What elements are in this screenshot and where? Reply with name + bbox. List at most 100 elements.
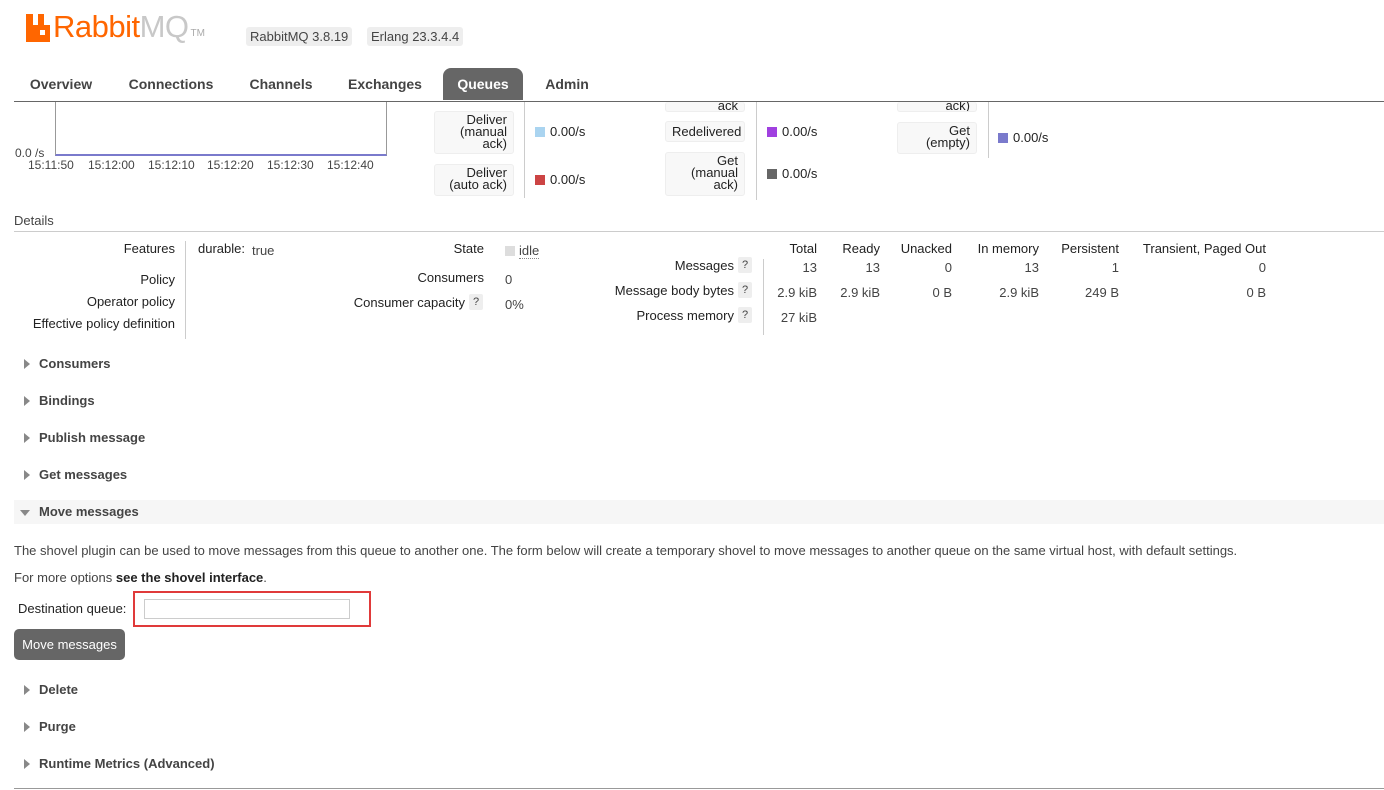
move-more-options: For more options see the shovel interfac…: [14, 570, 267, 585]
logo-text-rabbit: Rabbit: [53, 9, 140, 44]
section-publish-message[interactable]: Publish message: [14, 426, 1384, 450]
stats-header-transient: Transient, Paged Out: [1142, 241, 1266, 256]
section-consumers[interactable]: Consumers: [14, 352, 1384, 376]
legend-swatch: [767, 168, 777, 179]
rabbitmq-logo: Rabbit MQ TM: [26, 9, 205, 44]
rates-separator: [756, 102, 757, 200]
logo-text-mq: MQ: [139, 9, 189, 44]
chart-x-tick: 15:12:40: [327, 158, 374, 172]
move-messages-button[interactable]: Move messages: [14, 629, 125, 660]
tab-exchanges[interactable]: Exchanges: [336, 68, 434, 100]
features-key: durable:: [198, 241, 245, 256]
message-rates-chart: [55, 102, 387, 156]
rate-label-deliver-auto-ack: Deliver (auto ack): [434, 164, 514, 196]
rate-label-deliver-manual-ack: Deliver (manual ack): [434, 111, 514, 154]
details-title: Details: [14, 213, 54, 228]
section-delete[interactable]: Delete: [14, 678, 1384, 702]
features-label: Features: [123, 241, 175, 256]
expand-arrow-icon: [24, 433, 30, 443]
stats-row-label: Messages: [674, 258, 734, 273]
rates-separator: [988, 102, 989, 158]
stats-header-in-memory: In memory: [977, 241, 1039, 256]
consumers-value: 0: [505, 272, 513, 287]
chart-x-tick: 15:12:10: [148, 158, 195, 172]
chart-x-tick: 15:12:20: [207, 158, 254, 172]
stats-cell: 0 B: [1246, 285, 1266, 300]
consumer-capacity-label: Consumer capacity: [353, 295, 465, 310]
expand-arrow-icon: [24, 359, 30, 369]
tab-admin[interactable]: Admin: [534, 68, 600, 100]
stats-cell: 249 B: [1085, 285, 1119, 300]
features-value: true: [252, 243, 275, 258]
rate-value-get-manual-ack: 0.00/s: [767, 166, 817, 181]
legend-swatch: [535, 174, 545, 185]
stats-cell: 2.9 kiB: [777, 285, 817, 300]
section-runtime-metrics[interactable]: Runtime Metrics (Advanced): [14, 752, 1384, 776]
tab-queues[interactable]: Queues: [443, 68, 523, 100]
details-separator: [185, 241, 186, 339]
tab-connections[interactable]: Connections: [118, 68, 224, 100]
stats-cell: 0: [944, 260, 952, 275]
stats-cell: 27 kiB: [780, 310, 817, 325]
rabbitmq-logo-icon: [26, 14, 50, 42]
section-bindings[interactable]: Bindings: [14, 389, 1384, 413]
logo-trademark: TM: [190, 28, 205, 39]
move-description: The shovel plugin can be used to move me…: [14, 543, 1238, 558]
rate-value-redelivered: 0.00/s: [767, 124, 817, 139]
stats-cell: 2.9 kiB: [840, 285, 880, 300]
expand-arrow-icon: [24, 470, 30, 480]
process-memory-help-icon[interactable]: ?: [738, 307, 752, 323]
tab-overview[interactable]: Overview: [14, 68, 108, 100]
stats-cell: 1: [1111, 260, 1119, 275]
stats-header-total: Total: [789, 241, 817, 256]
rate-label-cut: ack: [665, 102, 745, 112]
message-body-bytes-help-icon[interactable]: ?: [738, 282, 752, 298]
rate-label-redelivered: Redelivered: [665, 121, 745, 142]
stats-cell: 13: [802, 260, 817, 275]
policy-label: Policy: [140, 272, 175, 287]
erlang-version-badge: Erlang 23.3.4.4: [367, 27, 464, 46]
destination-queue-input[interactable]: [144, 599, 350, 619]
footer-divider: [14, 788, 1384, 789]
shovel-interface-link[interactable]: see the shovel interface: [116, 570, 263, 585]
chart-x-tick: 15:12:00: [88, 158, 135, 172]
rate-label-get-manual-ack: Get (manual ack): [665, 152, 745, 196]
effective-policy-label: Effective policy definition: [32, 316, 175, 331]
rate-value-deliver-auto-ack: 0.00/s: [535, 172, 585, 187]
rates-separator: [524, 102, 525, 198]
stats-cell: 13: [1024, 260, 1039, 275]
legend-swatch: [767, 126, 777, 137]
stats-header-persistent: Persistent: [1061, 241, 1119, 256]
section-purge[interactable]: Purge: [14, 715, 1384, 739]
consumer-capacity-help-icon[interactable]: ?: [469, 294, 483, 310]
rabbitmq-version-badge: RabbitMQ 3.8.19: [246, 27, 353, 46]
tab-channels[interactable]: Channels: [238, 68, 324, 100]
collapse-arrow-icon: [20, 510, 30, 516]
legend-swatch: [535, 126, 545, 137]
stats-header-unacked: Unacked: [900, 241, 952, 256]
details-divider: [14, 231, 1384, 232]
expand-arrow-icon: [24, 685, 30, 695]
stats-header-ready: Ready: [842, 241, 880, 256]
messages-help-icon[interactable]: ?: [738, 257, 752, 273]
section-get-messages[interactable]: Get messages: [14, 463, 1384, 487]
main-nav-tabs: Overview Connections Channels Exchanges …: [14, 68, 1384, 102]
stats-cell: 2.9 kiB: [999, 285, 1039, 300]
expand-arrow-icon: [24, 722, 30, 732]
consumers-label: Consumers: [417, 270, 484, 285]
operator-policy-label: Operator policy: [86, 294, 175, 309]
legend-swatch: [998, 132, 1008, 143]
stats-row-label: Process memory: [636, 308, 734, 323]
rate-label-cut: ack): [897, 102, 977, 112]
expand-arrow-icon: [24, 759, 30, 769]
rate-value-get-empty: 0.00/s: [998, 130, 1048, 145]
consumer-capacity-value: 0%: [505, 297, 524, 312]
section-move-messages[interactable]: Move messages: [14, 500, 1384, 524]
state-label: State: [453, 241, 484, 256]
rate-label-get-empty: Get (empty): [897, 122, 977, 154]
chart-x-tick: 15:11:50: [28, 158, 74, 172]
stats-cell: 0 B: [932, 285, 952, 300]
stats-cell: 0: [1258, 260, 1266, 275]
chart-x-tick: 15:12:30: [267, 158, 314, 172]
expand-arrow-icon: [24, 396, 30, 406]
